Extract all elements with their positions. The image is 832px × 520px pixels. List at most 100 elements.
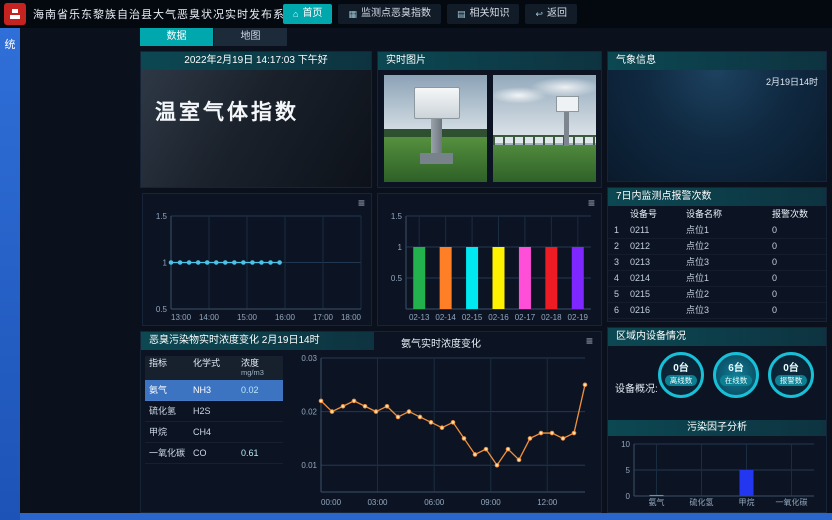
weather-panel: 气象信息 2月19日14时 xyxy=(607,51,827,182)
odor-realtime-panel: 恶臭污染物实时浓度变化 2月19日14时 氨气实时浓度变化 ≡ 指标 化学式 浓… xyxy=(140,331,602,513)
svg-text:0.03: 0.03 xyxy=(301,354,317,363)
svg-text:13:00: 13:00 xyxy=(171,313,192,322)
ghg-trend-chart-panel: ≡ 0.5 1 1.5 13:00 14:00 15:00 16:00 17:00 18:00 xyxy=(142,193,372,326)
odor-table: 指标 化学式 浓度 mg/m3 氨气NH30.02硫化氢H2S甲烷CH4一氧化碳… xyxy=(145,356,283,464)
nav-item-back[interactable]: ↩ 返回 xyxy=(525,4,577,24)
photo-row xyxy=(384,75,596,182)
col-device-id: 设备号 xyxy=(630,206,686,223)
odor-table-header: 指标 化学式 浓度 mg/m3 xyxy=(145,356,283,380)
devices-panel-title: 区域内设备情况 xyxy=(608,328,826,346)
station-cabinet xyxy=(414,87,460,119)
nav-item-knowledge[interactable]: ▤ 相关知识 xyxy=(447,4,520,24)
nav-item-odor-index[interactable]: ▦ 监测点恶臭指数 xyxy=(338,4,441,24)
svg-text:0.5: 0.5 xyxy=(156,305,168,314)
svg-text:0.02: 0.02 xyxy=(301,408,317,417)
station-photo-2[interactable] xyxy=(493,75,596,182)
svg-text:甲烷: 甲烷 xyxy=(739,497,755,507)
table-row[interactable]: 40214点位10 xyxy=(608,271,826,287)
svg-text:14:00: 14:00 xyxy=(199,313,220,322)
greeting-panel: 2022年2月19日 14:17:03 下午好 温室气体指数 xyxy=(140,51,372,188)
svg-text:03:00: 03:00 xyxy=(367,498,388,507)
home-icon: ⌂ xyxy=(293,10,298,19)
dashboard-window: 海南省乐东黎族自治县大气恶臭状况实时发布系 ⌂ 首页 ▦ 监测点恶臭指数 ▤ 相… xyxy=(0,0,832,520)
back-arrow-icon: ↩ xyxy=(535,10,543,19)
svg-text:硫化氢: 硫化氢 xyxy=(690,497,714,507)
sidebar-strip[interactable]: 统 xyxy=(0,28,20,520)
ammonia-line-chart: 0.010.020.0300:0003:0006:0009:0012:00 xyxy=(291,350,595,508)
station-photo-1[interactable] xyxy=(384,75,487,182)
chart-menu-icon[interactable]: ≡ xyxy=(588,196,595,210)
svg-text:02-16: 02-16 xyxy=(488,313,509,322)
svg-text:1: 1 xyxy=(398,243,403,252)
tab-map[interactable]: 地图 xyxy=(214,28,287,46)
ammonia-chart-title: 氨气实时浓度变化 xyxy=(291,335,591,350)
monitor-grid-icon: ▦ xyxy=(348,10,357,19)
svg-text:1.5: 1.5 xyxy=(156,212,168,221)
table-row[interactable]: 60216点位30 xyxy=(608,303,826,319)
devices-panel: 区域内设备情况 设备概况: 0台 离线数 6台 在线数 0台 报警数 污染因子分… xyxy=(607,327,827,513)
factor-analysis-title: 污染因子分析 xyxy=(608,420,826,436)
station-base xyxy=(420,153,453,164)
device-stats: 0台 离线数 6台 在线数 0台 报警数 xyxy=(658,352,814,398)
station-pole xyxy=(564,107,569,146)
svg-text:5: 5 xyxy=(626,466,631,475)
svg-text:16:00: 16:00 xyxy=(275,313,296,322)
svg-text:氨气: 氨气 xyxy=(649,497,665,507)
svg-text:18:00: 18:00 xyxy=(341,313,362,322)
table-row[interactable]: 一氧化碳CO0.61 xyxy=(145,443,283,464)
weather-panel-title: 气象信息 xyxy=(608,52,826,70)
svg-text:00:00: 00:00 xyxy=(321,498,342,507)
greeting-body: 温室气体指数 xyxy=(141,70,371,187)
svg-text:1.5: 1.5 xyxy=(391,212,403,221)
svg-text:1: 1 xyxy=(163,259,168,268)
main-nav: ⌂ 首页 ▦ 监测点恶臭指数 ▤ 相关知识 ↩ 返回 xyxy=(283,4,577,24)
svg-text:17:00: 17:00 xyxy=(313,313,334,322)
station-pole xyxy=(431,116,441,157)
online-count-circle: 6台 在线数 xyxy=(713,352,759,398)
station-cabinet xyxy=(556,96,580,112)
table-row[interactable]: 氨气NH30.02 xyxy=(145,380,283,401)
page-title: 温室气体指数 xyxy=(141,70,371,126)
daily-index-chart-panel: ≡ 0.511.502-1302-1402-1502-1602-1702-180… xyxy=(377,193,602,326)
svg-text:0.01: 0.01 xyxy=(301,461,317,470)
alarm-count-circle: 0台 报警数 xyxy=(768,352,814,398)
odor-table-body: 氨气NH30.02硫化氢H2S甲烷CH4一氧化碳CO0.61 xyxy=(145,380,283,464)
col-formula: 化学式 xyxy=(193,358,241,378)
device-overview-label: 设备概况: xyxy=(615,380,658,395)
nav-item-home[interactable]: ⌂ 首页 xyxy=(283,4,332,24)
col-device-name: 设备名称 xyxy=(686,206,772,223)
app-title: 海南省乐东黎族自治县大气恶臭状况实时发布系 xyxy=(33,6,285,22)
ghg-line-chart: 0.5 1 1.5 13:00 14:00 15:00 16:00 17:00 18:00 xyxy=(145,208,369,323)
svg-text:02-18: 02-18 xyxy=(541,313,562,322)
chart-menu-icon[interactable]: ≡ xyxy=(358,196,365,210)
weather-body: 2月19日14时 xyxy=(608,70,826,181)
table-row[interactable]: 20212点位20 xyxy=(608,239,826,255)
table-row[interactable]: 50215点位20 xyxy=(608,287,826,303)
chart-menu-icon[interactable]: ≡ xyxy=(586,334,593,348)
svg-text:02-17: 02-17 xyxy=(515,313,536,322)
svg-text:15:00: 15:00 xyxy=(237,313,258,322)
svg-text:02-13: 02-13 xyxy=(409,313,430,322)
svg-text:02-19: 02-19 xyxy=(568,313,589,322)
table-row[interactable]: 硫化氢H2S xyxy=(145,401,283,422)
tab-data[interactable]: 数据 xyxy=(140,28,213,46)
table-row[interactable]: 10211点位10 xyxy=(608,223,826,239)
top-bar: 海南省乐东黎族自治县大气恶臭状况实时发布系 ⌂ 首页 ▦ 监测点恶臭指数 ▤ 相… xyxy=(0,0,832,28)
svg-text:0: 0 xyxy=(626,492,631,501)
table-row[interactable]: 30213点位30 xyxy=(608,255,826,271)
weather-date: 2月19日14时 xyxy=(766,75,818,88)
app-logo-icon xyxy=(4,3,26,25)
table-row[interactable]: 甲烷CH4 xyxy=(145,422,283,443)
svg-text:06:00: 06:00 xyxy=(424,498,445,507)
offline-count-circle: 0台 离线数 xyxy=(658,352,704,398)
svg-text:02-14: 02-14 xyxy=(435,313,456,322)
alarm-table-body: 10211点位1020212点位2030213点位3040214点位105021… xyxy=(608,223,826,319)
svg-text:10: 10 xyxy=(621,440,630,449)
svg-text:02-15: 02-15 xyxy=(462,313,483,322)
photo-sky xyxy=(493,75,596,143)
alarm-table-panel: 7日内监测点报警次数 设备号 设备名称 报警次数 10211点位1020212点… xyxy=(607,187,827,322)
svg-text:一氧化碳: 一氧化碳 xyxy=(776,497,808,507)
alarm-panel-title: 7日内监测点报警次数 xyxy=(608,188,826,206)
greeting-datetime: 2022年2月19日 14:17:03 下午好 xyxy=(141,52,371,70)
col-indicator: 指标 xyxy=(149,358,193,378)
